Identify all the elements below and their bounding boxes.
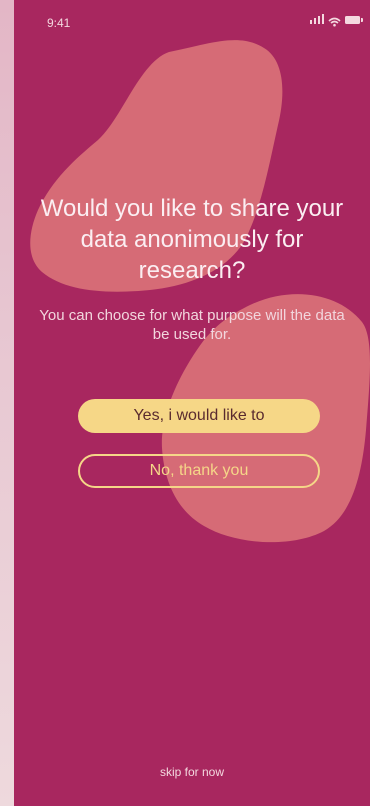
signal-icon <box>310 14 324 24</box>
status-icons <box>310 14 363 27</box>
prompt-section: Would you like to share your data anonim… <box>14 193 370 344</box>
no-button[interactable]: No, thank you <box>78 454 320 488</box>
battery-icon <box>345 16 363 24</box>
prompt-subtitle: You can choose for what purpose will the… <box>39 307 345 343</box>
yes-button[interactable]: Yes, i would like to <box>78 399 320 433</box>
left-side-panel <box>0 0 14 806</box>
status-bar: 9:41 <box>14 0 370 44</box>
skip-link[interactable]: skip for now <box>14 765 370 779</box>
status-time: 9:41 <box>47 16 71 30</box>
prompt-title: Would you like to share your data anonim… <box>40 195 344 284</box>
wifi-icon <box>328 14 341 27</box>
phone-screen: 9:41 Would you like to share your data a… <box>14 0 370 806</box>
